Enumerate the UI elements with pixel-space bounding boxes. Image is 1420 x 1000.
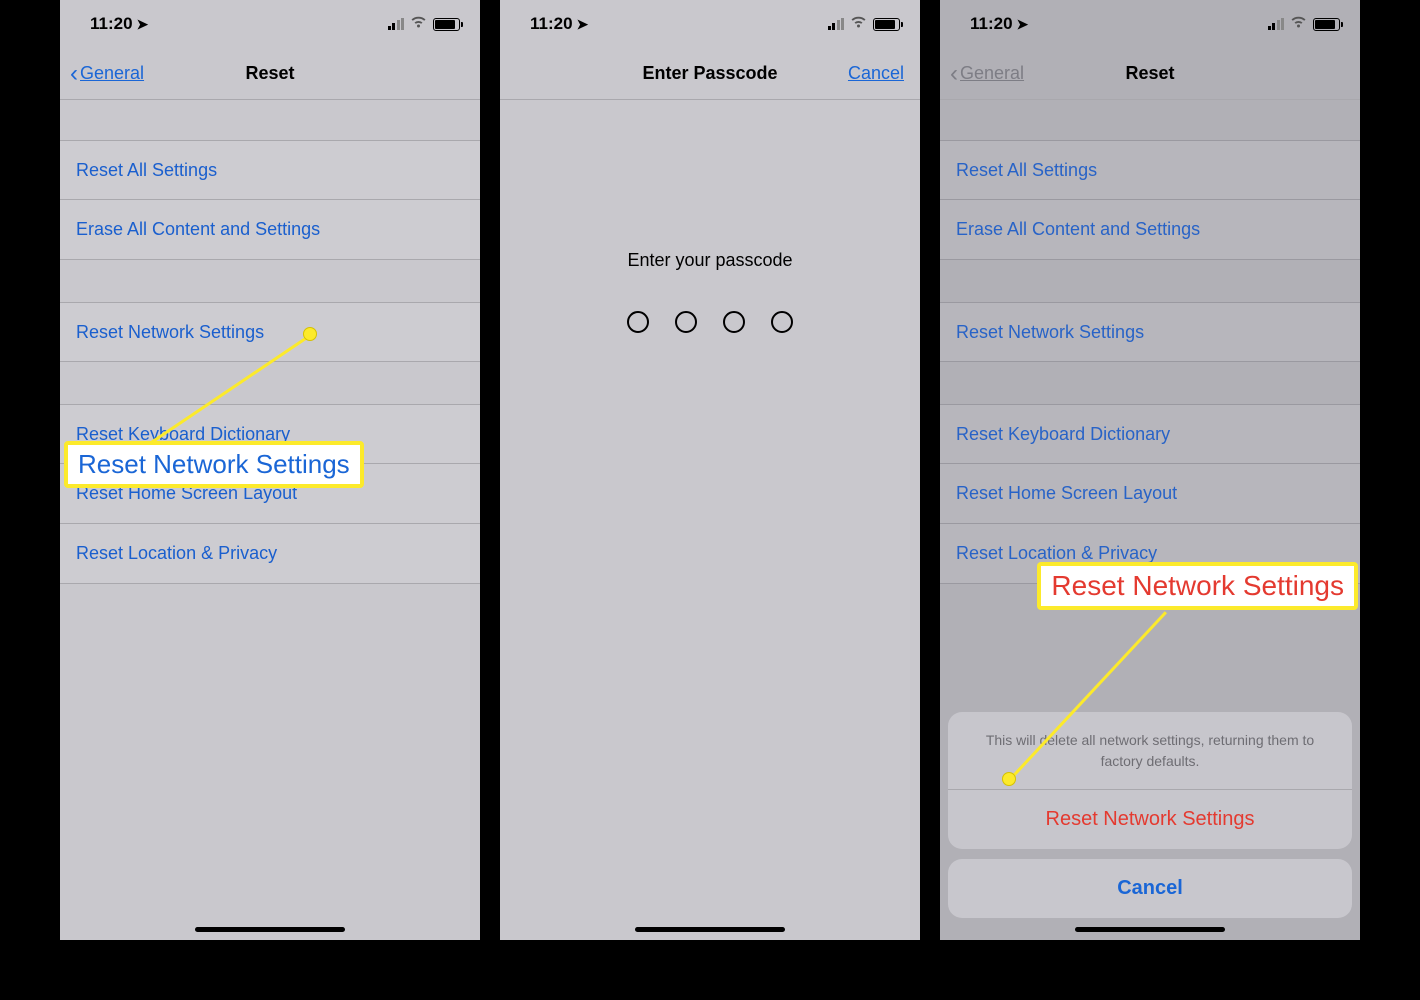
wifi-icon (1290, 16, 1307, 33)
nav-title: Reset (1060, 63, 1240, 84)
status-time: 11:20 (970, 14, 1013, 34)
location-icon: ➤ (1017, 16, 1029, 33)
sheet-cancel-button[interactable]: Cancel (948, 859, 1352, 918)
back-label: General (80, 63, 144, 84)
passcode-dot (675, 311, 697, 333)
erase-all-row[interactable]: Erase All Content and Settings (60, 200, 480, 260)
passcode-dots (500, 311, 920, 333)
erase-all-row: Erase All Content and Settings (940, 200, 1360, 260)
cancel-button[interactable]: Cancel (848, 63, 904, 83)
wifi-icon (410, 16, 427, 33)
nav-bar: ‹ General Reset (940, 48, 1360, 100)
annotation-callout: Reset Network Settings (64, 441, 364, 488)
annotation-dot (1002, 772, 1016, 786)
chevron-left-icon: ‹ (950, 60, 958, 88)
home-indicator[interactable] (1075, 927, 1225, 932)
home-indicator[interactable] (635, 927, 785, 932)
nav-title: Enter Passcode (620, 63, 800, 84)
reset-keyboard-row: Reset Keyboard Dictionary (940, 404, 1360, 464)
chevron-left-icon: ‹ (70, 60, 78, 88)
reset-home-row: Reset Home Screen Layout (940, 464, 1360, 524)
nav-bar: Enter Passcode Cancel (500, 48, 920, 100)
back-label: General (960, 63, 1024, 84)
passcode-dot (627, 311, 649, 333)
back-button[interactable]: ‹ General (70, 60, 180, 88)
battery-icon (1313, 18, 1340, 31)
status-bar: 11:20➤ (940, 0, 1360, 48)
reset-network-row[interactable]: Reset Network Settings (60, 302, 480, 362)
battery-icon (873, 18, 900, 31)
reset-all-settings-row: Reset All Settings (940, 140, 1360, 200)
status-time: 11:20 (90, 14, 133, 34)
reset-location-row[interactable]: Reset Location & Privacy (60, 524, 480, 584)
home-indicator[interactable] (195, 927, 345, 932)
nav-title: Reset (180, 63, 360, 84)
status-bar: 11:20➤ (500, 0, 920, 48)
passcode-dot (771, 311, 793, 333)
status-time: 11:20 (530, 14, 573, 34)
location-icon: ➤ (137, 16, 149, 33)
reset-network-row: Reset Network Settings (940, 302, 1360, 362)
passcode-dot (723, 311, 745, 333)
cellular-icon (388, 18, 405, 30)
cellular-icon (1268, 18, 1285, 30)
confirm-reset-button[interactable]: Reset Network Settings (948, 790, 1352, 849)
screen-enter-passcode: 11:20➤ Enter Passcode Cancel Enter your … (500, 0, 920, 940)
passcode-prompt: Enter your passcode (500, 250, 920, 271)
back-button: ‹ General (950, 60, 1060, 88)
annotation-dot (303, 327, 317, 341)
reset-all-settings-row[interactable]: Reset All Settings (60, 140, 480, 200)
wifi-icon (850, 16, 867, 33)
screen-reset-list: 11:20➤ ‹ General Reset Reset All Setting… (60, 0, 480, 940)
nav-bar: ‹ General Reset (60, 48, 480, 100)
action-sheet: This will delete all network settings, r… (948, 712, 1352, 918)
cellular-icon (828, 18, 845, 30)
status-bar: 11:20➤ (60, 0, 480, 48)
battery-icon (433, 18, 460, 31)
annotation-callout: Reset Network Settings (1037, 562, 1358, 610)
location-icon: ➤ (577, 16, 589, 33)
screen-confirm-sheet: 11:20➤ ‹ General Reset Reset All Setting… (940, 0, 1360, 940)
